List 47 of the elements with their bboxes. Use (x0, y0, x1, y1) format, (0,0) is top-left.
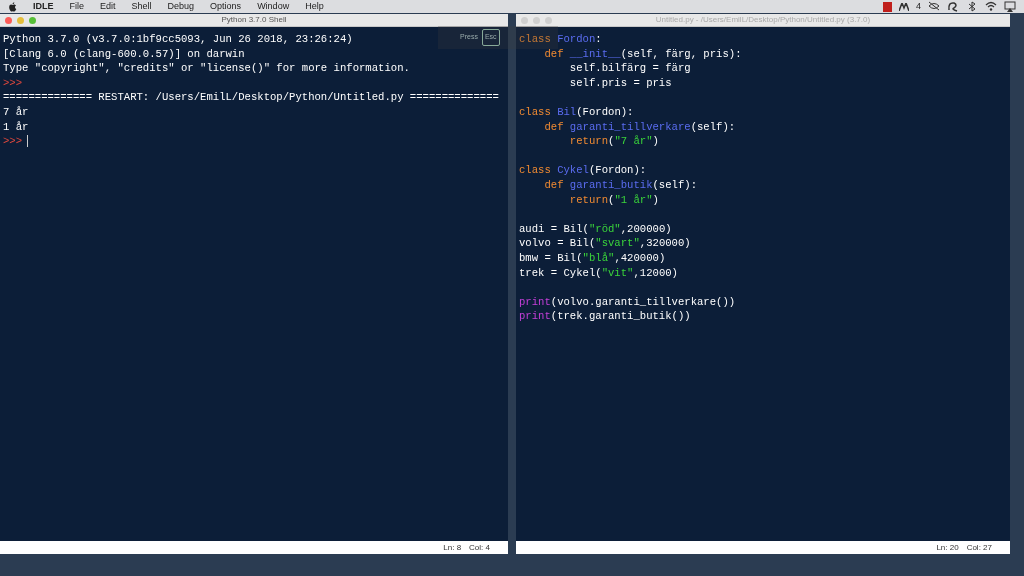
output-line: 7 år (3, 105, 29, 118)
window-title: Python 3.7.0 Shell (221, 14, 287, 26)
airplay-icon[interactable] (1004, 0, 1016, 13)
code-line: class Bil(Fordon): (519, 105, 634, 118)
code-line: self.bilfärg = färg (568, 62, 691, 75)
menu-item[interactable]: Edit (100, 0, 116, 13)
output-line: Python 3.7.0 (v3.7.0:1bf9cc5093, Jun 26 2018, 23:26:24) (3, 33, 353, 45)
output-line: ============== RESTART: /Users/EmilL/Desktop/Python/Untitled.py ============== (3, 91, 499, 104)
menu-item[interactable]: Window (257, 0, 290, 13)
menu-item[interactable]: Help (305, 0, 324, 13)
code-line: volvo = Bil("svart",320000) (519, 237, 691, 250)
wifi-icon[interactable] (985, 0, 997, 13)
column-status: Col: 4 (469, 541, 490, 554)
code-line: bmw = Bil("blå",420000) (519, 251, 666, 264)
code-line: return("1 år") (568, 193, 659, 206)
output-line: [Clang 6.0 (clang-600.0.57)] on darwin (3, 47, 245, 60)
menu-item[interactable]: Options (210, 0, 242, 13)
close-button[interactable] (5, 17, 12, 24)
app-menu[interactable]: IDLE (33, 0, 54, 13)
line-number-status: Ln: 20 (936, 541, 959, 554)
code-line: def garanti_tillverkare(self): (543, 120, 736, 133)
menu-item[interactable]: Debug (167, 0, 195, 13)
code-line: class Cykel(Fordon): (519, 164, 647, 177)
code-line: class Fordon: (519, 33, 602, 45)
wave-icon[interactable] (899, 0, 909, 13)
swirl-icon[interactable] (947, 0, 959, 13)
output-line: Type "copyright", "credits" or "license()" for more information. (3, 62, 410, 75)
code-line: audi = Bil("röd",200000) (519, 222, 672, 235)
menu-item[interactable]: Shell (131, 0, 152, 13)
code-line: print(trek.garanti_butik()) (519, 310, 691, 323)
code-line: print(volvo.garanti_tillverkare()) (519, 295, 736, 308)
notification-count: 4 (916, 0, 921, 13)
eye-icon[interactable] (928, 0, 940, 13)
bluetooth-icon[interactable] (966, 0, 978, 13)
shell-prompt: >>> (3, 135, 23, 148)
apple-icon[interactable] (8, 0, 17, 13)
shell-prompt: >>> (3, 76, 23, 89)
app-status-icon[interactable] (883, 0, 892, 13)
column-status: Col: 27 (966, 541, 992, 554)
code-line: trek = Cykel("vit",12000) (519, 266, 678, 279)
menu-item[interactable]: File (69, 0, 85, 13)
output-line: 1 år (3, 120, 29, 133)
code-line: return("7 år") (568, 135, 659, 148)
code-line: def garanti_butik(self): (543, 178, 698, 191)
line-number-status: Ln: 8 (443, 541, 462, 554)
code-line: def __init__(self, färg, pris): (543, 47, 742, 60)
code-line: self.pris = pris (568, 76, 672, 89)
